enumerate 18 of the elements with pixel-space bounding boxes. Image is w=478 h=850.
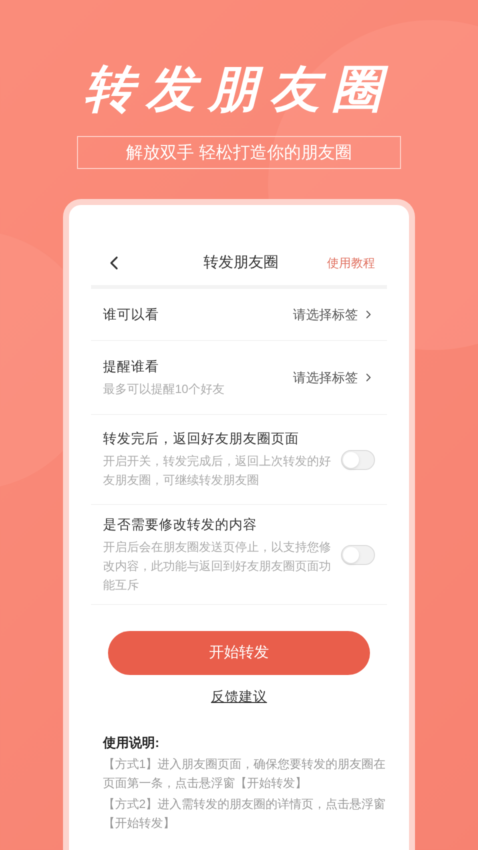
hero-title: 转发朋友圈 (84, 60, 394, 119)
instructions-text: 【方式1】进入朋友圈页面，确保您要转发的朋友圈在页面第一条，点击悬浮窗【开始转发】 (103, 756, 387, 792)
setting-label: 转发完后，返回好友朋友圈页面 (103, 430, 300, 448)
feedback-link[interactable]: 反馈建议 (211, 687, 267, 708)
instructions-title: 使用说明: (103, 734, 160, 752)
toggle-switch[interactable] (341, 544, 375, 564)
toggle-switch[interactable] (341, 450, 375, 470)
setting-label: 提醒谁看 (103, 358, 160, 376)
instructions-text: 【方式2】进入需转发的朋友圈的详情页，点击悬浮窗【开始转发】 (103, 796, 387, 832)
setting-description: 开启开关，转发完成后，返回上次转发的好友朋友圈，可继续转发朋友圈 (103, 453, 332, 489)
setting-label: 谁可以看 (103, 306, 159, 324)
tag-selector[interactable]: 请选择标签 (293, 304, 375, 324)
setting-description: 最多可以提醒10个好友 (103, 380, 224, 398)
page-title: 转发朋友圈 (204, 252, 278, 273)
setting-label: 是否需要修改转发的内容 (103, 516, 258, 534)
setting-description: 开启后会在朋友圈发送页停止，以支持您修改内容，此功能与返回到好友朋友圈页面功能互斥 (103, 538, 332, 594)
tag-selector[interactable]: 请选择标签 (293, 368, 375, 388)
hero-subtitle: 解放双手 轻松打造你的朋友圈 (77, 136, 401, 169)
